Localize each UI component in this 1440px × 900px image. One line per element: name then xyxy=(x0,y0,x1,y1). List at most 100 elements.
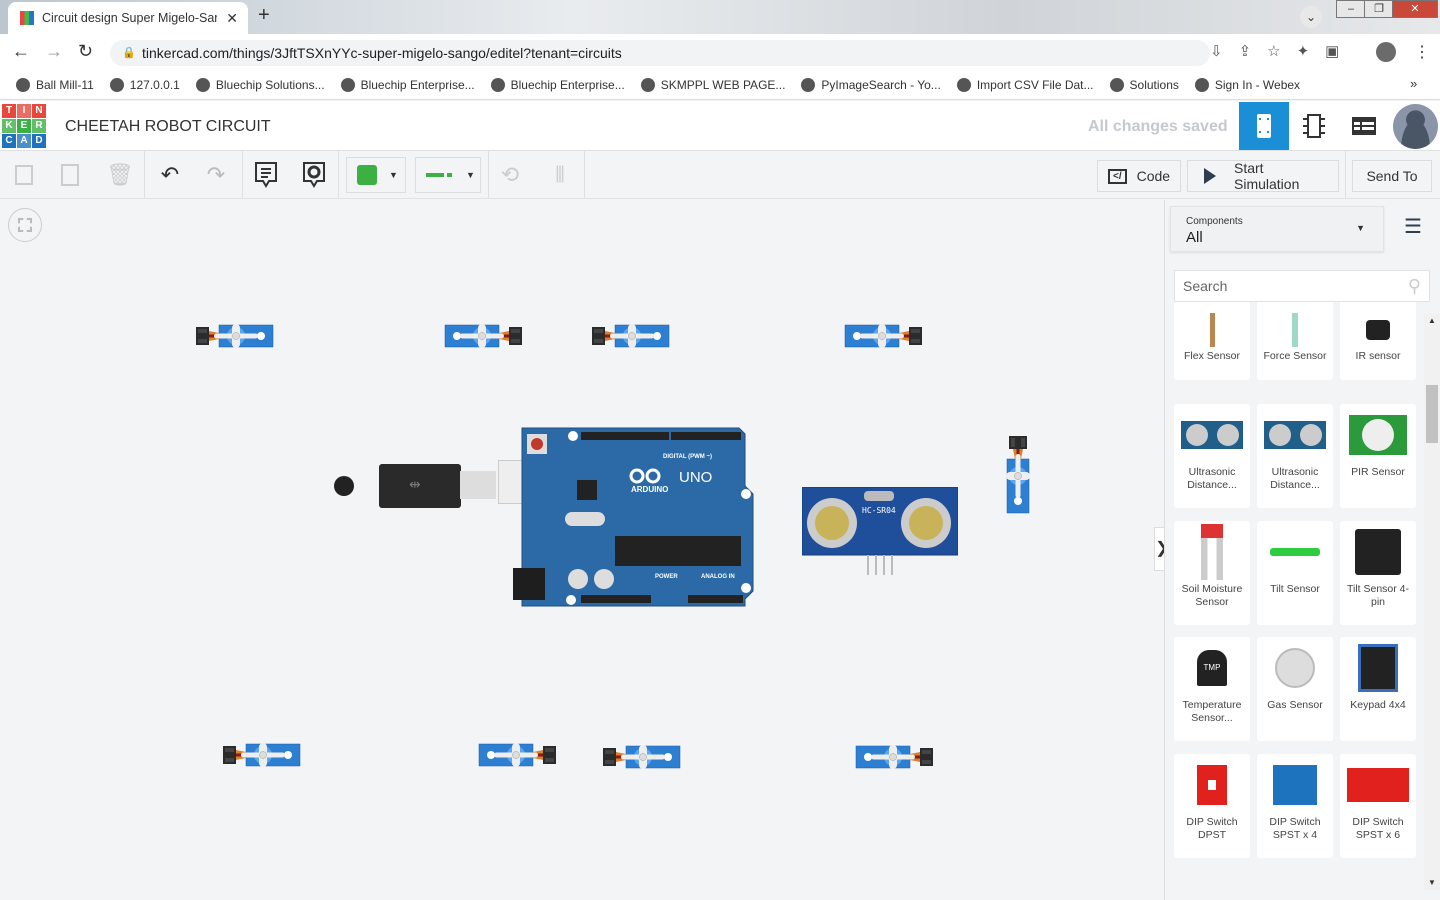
list-view-button[interactable]: ☰ xyxy=(1404,214,1422,239)
component-tile[interactable]: DIP Switch SPST x 4 xyxy=(1257,753,1333,858)
component-label: Tilt Sensor xyxy=(1270,582,1320,595)
rotate-button[interactable]: ⟲ xyxy=(486,151,534,199)
tinkercad-logo[interactable]: TIN KER CAD xyxy=(2,104,46,148)
copy-button[interactable] xyxy=(0,151,48,199)
maximize-button[interactable]: ❐ xyxy=(1364,0,1394,18)
servo-motor[interactable] xyxy=(762,308,922,364)
undo-icon: ↶ xyxy=(160,162,180,187)
start-simulation-button[interactable]: Start Simulation xyxy=(1187,160,1339,192)
tab-search-button[interactable]: ⌄ xyxy=(1300,6,1322,28)
extension-icons[interactable]: ⇩⇪☆✦▣ xyxy=(1210,42,1355,60)
search-icon: ⚲ xyxy=(1407,276,1421,296)
component-label: Ultrasonic Distance... xyxy=(1187,466,1237,491)
servo-motor[interactable] xyxy=(773,729,933,785)
bookmark-item[interactable]: Bluechip Enterprise... xyxy=(340,78,475,92)
ultrasonic-sensor-hc-sr04[interactable]: HC-SR04 xyxy=(802,487,958,577)
wire-type-dropdown[interactable]: ▼ xyxy=(415,157,481,193)
servo-motor[interactable] xyxy=(362,308,522,364)
bookmark-favicon-icon xyxy=(109,78,124,92)
schematic-view-button[interactable] xyxy=(1289,102,1339,150)
servo-motor[interactable] xyxy=(223,727,383,783)
scroll-down-icon[interactable]: ▼ xyxy=(1428,878,1436,887)
component-tile[interactable]: Ultrasonic Distance... xyxy=(1174,404,1250,508)
wire-line-icon xyxy=(426,173,452,177)
component-tile[interactable]: IR sensor xyxy=(1340,300,1416,380)
component-tile[interactable]: Flex Sensor xyxy=(1174,300,1250,380)
component-search-input[interactable]: Search ⚲ xyxy=(1174,270,1430,302)
tmp-icon: TMP xyxy=(1174,637,1250,699)
more-bookmarks-icon[interactable]: » xyxy=(1410,76,1417,91)
bookmark-item[interactable]: SKMPPL WEB PAGE... xyxy=(640,78,785,92)
component-tile[interactable]: Tilt Sensor 4-pin xyxy=(1340,520,1416,625)
toggle-notes-button[interactable] xyxy=(290,151,338,199)
url-input[interactable]: 🔒 tinkercad.com/things/3JftTSXnYYc-super-… xyxy=(110,40,1210,66)
ultrasonic-icon xyxy=(1174,404,1250,466)
component-tile[interactable]: Gas Sensor xyxy=(1257,637,1333,741)
reload-icon[interactable]: ↻ xyxy=(78,41,93,62)
component-tile[interactable]: Keypad 4x4 xyxy=(1340,637,1416,741)
redo-button[interactable]: ↷ xyxy=(192,151,240,199)
chip-icon xyxy=(1303,114,1325,138)
delete-button[interactable]: 🗑 xyxy=(96,151,144,199)
browser-menu-icon[interactable]: ⋮ xyxy=(1414,42,1430,62)
component-tile[interactable]: DIP Switch DPST xyxy=(1174,753,1250,858)
wire-color-dropdown[interactable]: ▼ xyxy=(346,157,406,193)
forward-icon[interactable]: → xyxy=(45,41,63,62)
bookmark-favicon-icon xyxy=(490,78,505,92)
scrollbar-thumb[interactable] xyxy=(1426,385,1438,443)
gas-icon xyxy=(1257,637,1333,699)
bookmark-item[interactable]: PyImageSearch - Yo... xyxy=(801,78,941,92)
trash-icon: 🗑 xyxy=(106,162,134,187)
servo-motor[interactable] xyxy=(603,729,763,785)
circuit-view-button[interactable] xyxy=(1239,102,1289,150)
servo-motor[interactable] xyxy=(592,308,752,364)
close-window-button[interactable]: ✕ xyxy=(1392,0,1438,18)
code-button[interactable]: </ Code xyxy=(1097,160,1182,192)
component-tile[interactable]: Soil Moisture Sensor xyxy=(1174,520,1250,625)
close-tab-icon[interactable]: ✕ xyxy=(226,10,238,27)
component-list-view-button[interactable] xyxy=(1339,102,1389,150)
notes-button[interactable] xyxy=(242,151,290,199)
bookmark-item[interactable]: Ball Mill-11 xyxy=(16,78,94,92)
send-to-button[interactable]: Send To xyxy=(1352,160,1432,192)
profile-avatar-icon[interactable] xyxy=(1376,42,1396,62)
bookmark-item[interactable]: Bluechip Enterprise... xyxy=(490,78,625,92)
new-tab-button[interactable]: + xyxy=(258,4,270,27)
servo-motor[interactable] xyxy=(196,308,356,364)
dip6-icon xyxy=(1340,754,1416,816)
bookmark-item[interactable]: Bluechip Solutions... xyxy=(195,78,325,92)
servo-motor[interactable] xyxy=(396,727,556,783)
component-tile[interactable]: PIR Sensor xyxy=(1340,404,1416,508)
paste-button[interactable] xyxy=(46,151,94,199)
scroll-up-icon[interactable]: ▲ xyxy=(1428,316,1436,325)
arduino-brand: ARDUINO xyxy=(631,485,668,494)
bookmark-item[interactable]: 127.0.0.1 xyxy=(109,78,180,92)
component-tile[interactable]: Force Sensor xyxy=(1257,300,1333,380)
undo-button[interactable]: ↶ xyxy=(146,151,194,199)
component-label: DIP Switch SPST x 4 xyxy=(1269,815,1321,841)
servo-motor[interactable] xyxy=(990,436,1046,596)
divider xyxy=(338,151,339,199)
bookmark-label: Solutions xyxy=(1129,78,1179,92)
components-value: All xyxy=(1186,229,1203,246)
components-dropdown[interactable]: Components All ▼ xyxy=(1170,206,1384,252)
component-tile[interactable]: DIP Switch SPST x 6 xyxy=(1340,753,1416,858)
bookmark-item[interactable]: Sign In - Webex xyxy=(1194,78,1300,92)
browser-tab[interactable]: Circuit design Super Migelo-Sang ✕ xyxy=(8,2,248,34)
component-tile[interactable]: Tilt Sensor xyxy=(1257,520,1333,625)
component-label: IR sensor xyxy=(1355,350,1401,362)
flip-button[interactable]: ⫴ xyxy=(536,151,584,199)
bookmark-item[interactable]: Import CSV File Dat... xyxy=(956,78,1094,92)
fit-view-button[interactable] xyxy=(8,208,42,242)
bookmark-item[interactable]: Solutions xyxy=(1109,78,1179,92)
component-tile[interactable]: Ultrasonic Distance... xyxy=(1257,404,1333,508)
minimize-button[interactable]: – xyxy=(1336,0,1366,18)
project-title[interactable]: CHEETAH ROBOT CIRCUIT xyxy=(65,118,271,136)
caret-down-icon: ▼ xyxy=(1356,223,1365,233)
back-icon[interactable]: ← xyxy=(12,41,30,62)
component-tile[interactable]: TMP Temperature Sensor... xyxy=(1174,637,1250,741)
arduino-uno-board[interactable]: DIGITAL (PWM ~) ARDUINO UNO POWER ANALOG… xyxy=(513,426,755,608)
breadboard-icon xyxy=(1257,114,1271,138)
usb-cable[interactable]: ⇹ xyxy=(334,460,554,508)
user-avatar[interactable] xyxy=(1393,104,1438,149)
